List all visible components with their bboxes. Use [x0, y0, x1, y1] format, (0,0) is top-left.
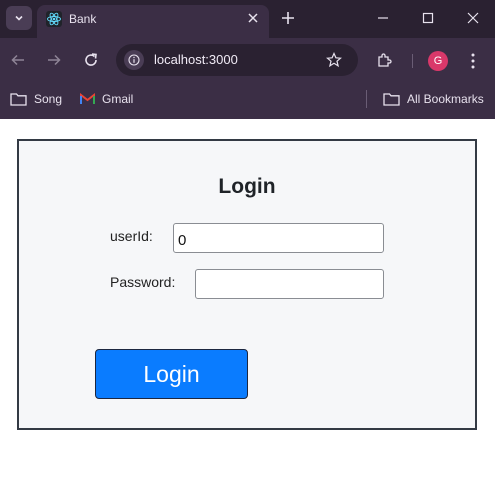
minimize-icon[interactable] — [375, 10, 391, 26]
tab-title: Bank — [69, 12, 97, 26]
url-text: localhost:3000 — [154, 52, 238, 67]
close-tab-icon[interactable] — [245, 10, 261, 26]
bookmarks-divider — [366, 90, 367, 108]
browser-toolbar: localhost:3000 G — [0, 38, 495, 82]
chevron-down-icon — [15, 15, 23, 21]
bookmark-star-icon[interactable] — [326, 52, 342, 68]
bookmark-gmail[interactable]: Gmail — [80, 90, 133, 108]
login-title: Login — [218, 175, 276, 198]
info-icon — [128, 54, 140, 66]
address-bar[interactable]: localhost:3000 — [116, 44, 358, 76]
page-content: Login userId: Password: Login — [0, 119, 495, 477]
toolbar-divider — [412, 54, 413, 68]
userid-label: userId: — [110, 228, 153, 244]
folder-icon — [383, 93, 400, 106]
site-info-button[interactable] — [124, 50, 144, 70]
more-menu-icon[interactable] — [470, 52, 476, 70]
close-window-icon[interactable] — [465, 10, 481, 26]
all-bookmarks-button[interactable]: All Bookmarks — [383, 90, 484, 108]
gmail-icon — [80, 93, 95, 104]
browser-chrome: Bank localhost:3000 G Song Gmail All Boo… — [0, 0, 495, 119]
tab-bank[interactable]: Bank — [37, 5, 269, 38]
react-logo-icon — [46, 11, 62, 27]
folder-icon — [10, 93, 27, 106]
maximize-icon[interactable] — [420, 10, 436, 26]
all-bookmarks-label: All Bookmarks — [407, 92, 484, 106]
profile-avatar[interactable]: G — [428, 51, 448, 71]
password-label: Password: — [110, 274, 176, 290]
userid-input[interactable] — [173, 223, 384, 253]
extensions-puzzle-icon[interactable] — [376, 52, 393, 69]
reload-icon[interactable] — [83, 52, 99, 68]
bookmark-label: Gmail — [102, 92, 134, 106]
login-form: Login userId: Password: Login — [17, 139, 477, 430]
tab-search-button[interactable] — [6, 6, 32, 30]
password-input[interactable] — [195, 269, 384, 299]
login-button[interactable]: Login — [95, 349, 248, 399]
tab-strip: Bank — [0, 0, 495, 38]
forward-arrow-icon[interactable] — [46, 52, 62, 68]
new-tab-icon[interactable] — [280, 10, 296, 26]
bookmarks-bar: Song Gmail All Bookmarks — [0, 82, 495, 119]
back-arrow-icon[interactable] — [10, 52, 26, 68]
bookmark-song[interactable]: Song — [10, 90, 62, 108]
bookmark-label: Song — [34, 92, 63, 106]
